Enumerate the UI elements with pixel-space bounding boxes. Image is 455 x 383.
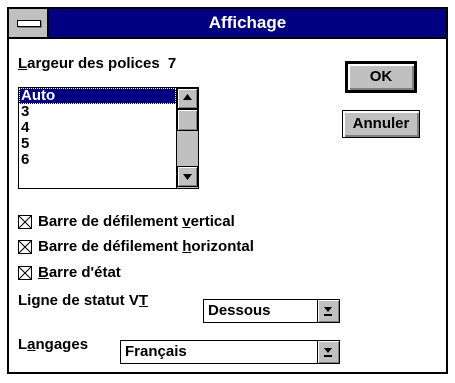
checkbox-label-post: ertical xyxy=(190,213,235,230)
language-label-post: ngages xyxy=(35,336,89,353)
ok-button[interactable]: OK xyxy=(345,61,417,93)
checkbox-label-access: B xyxy=(38,264,49,281)
check-x-icon xyxy=(19,267,31,279)
scroll-thumb[interactable] xyxy=(177,109,198,131)
font-width-value: 7 xyxy=(167,55,177,72)
vt-status-label: Ligne de statut VT xyxy=(18,292,148,309)
dropdown-button[interactable] xyxy=(317,341,339,363)
scroll-track[interactable] xyxy=(177,131,198,167)
cancel-button[interactable]: Annuler xyxy=(342,110,420,138)
list-item-3[interactable]: 3 xyxy=(19,104,176,120)
language-label-access: a xyxy=(27,336,36,353)
chevron-down-icon xyxy=(324,307,332,316)
checkbox-box[interactable] xyxy=(18,215,32,229)
list-item-auto[interactable]: Auto xyxy=(19,88,176,104)
arrow-down-icon xyxy=(183,174,192,180)
scroll-down-button[interactable] xyxy=(177,166,198,187)
checkbox-vertical-scrollbar[interactable]: Barre de défilement vertical xyxy=(18,213,235,230)
affichage-dialog: Affichage Largeur des polices 7 Auto 3 4… xyxy=(7,7,448,374)
check-x-icon xyxy=(19,216,31,228)
list-item-6[interactable]: 6 xyxy=(19,152,176,168)
checkbox-box[interactable] xyxy=(18,240,32,254)
vt-status-label-pre: Ligne de statut V xyxy=(18,292,139,309)
check-x-icon xyxy=(19,241,31,253)
chevron-down-icon xyxy=(324,348,332,357)
checkbox-horizontal-scrollbar[interactable]: Barre de défilement horizontal xyxy=(18,238,254,255)
checkbox-label-post: arre d'état xyxy=(48,264,121,281)
language-label: Langages xyxy=(18,336,88,353)
font-width-listbox[interactable]: Auto 3 4 5 6 xyxy=(18,87,199,189)
dropdown-button[interactable] xyxy=(317,300,339,322)
window-title: Affichage xyxy=(208,13,287,32)
checkbox-label-access: v xyxy=(182,213,191,230)
scroll-up-button[interactable] xyxy=(177,88,198,109)
checkbox-label-pre: Barre de défilement xyxy=(38,213,183,230)
vt-status-value: Dessous xyxy=(208,302,271,319)
list-item-5[interactable]: 5 xyxy=(19,136,176,152)
checkbox-label-pre: Barre de défilement xyxy=(38,238,183,255)
vt-status-dropdown[interactable]: Dessous xyxy=(203,299,340,323)
system-menu-icon xyxy=(17,20,41,27)
font-width-label: Largeur des polices 7 xyxy=(18,55,176,72)
checkbox-status-bar[interactable]: Barre d'état xyxy=(18,264,121,281)
language-dropdown[interactable]: Français xyxy=(120,340,340,364)
checkbox-label-access: h xyxy=(182,238,192,255)
language-label-pre: L xyxy=(18,336,28,353)
checkbox-label-post: orizontal xyxy=(191,238,254,255)
font-width-label-access: L xyxy=(18,55,28,72)
language-value: Français xyxy=(125,343,187,360)
checkbox-box[interactable] xyxy=(18,266,32,280)
title-bar: Affichage xyxy=(9,9,446,39)
list-item-4[interactable]: 4 xyxy=(19,120,176,136)
arrow-up-icon xyxy=(183,94,192,100)
system-menu-button[interactable] xyxy=(9,9,49,37)
vt-status-label-access: T xyxy=(138,292,149,309)
font-width-label-text: argeur des polices xyxy=(27,55,160,72)
list-scrollbar[interactable] xyxy=(176,88,198,188)
